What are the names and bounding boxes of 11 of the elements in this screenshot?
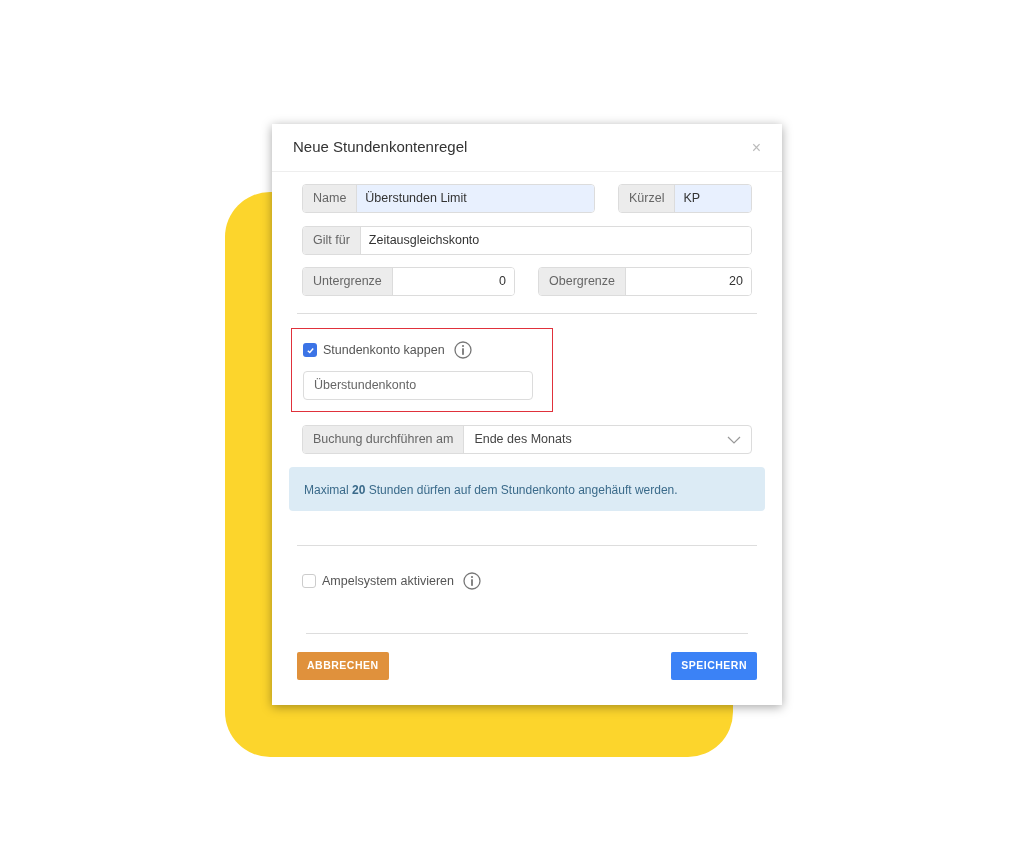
save-button[interactable]: SPEICHERN xyxy=(671,651,757,680)
info-alert: Maximal 20 Stunden dürfen auf dem Stundenkonto angehäuft werden. xyxy=(289,467,765,511)
checkbox-label: Ampelsystem aktivieren xyxy=(322,573,454,590)
check-icon xyxy=(305,345,315,355)
dialog-title: Neue Stundenkontenregel xyxy=(293,137,468,158)
checkbox[interactable] xyxy=(302,574,316,589)
info-icon[interactable] xyxy=(463,572,481,591)
checkbox-label: Stundenkonto kappen xyxy=(323,342,445,359)
input-field[interactable]: Überstundenkonto xyxy=(303,370,533,400)
info-icon[interactable] xyxy=(453,341,472,360)
checkbox[interactable] xyxy=(303,343,317,358)
